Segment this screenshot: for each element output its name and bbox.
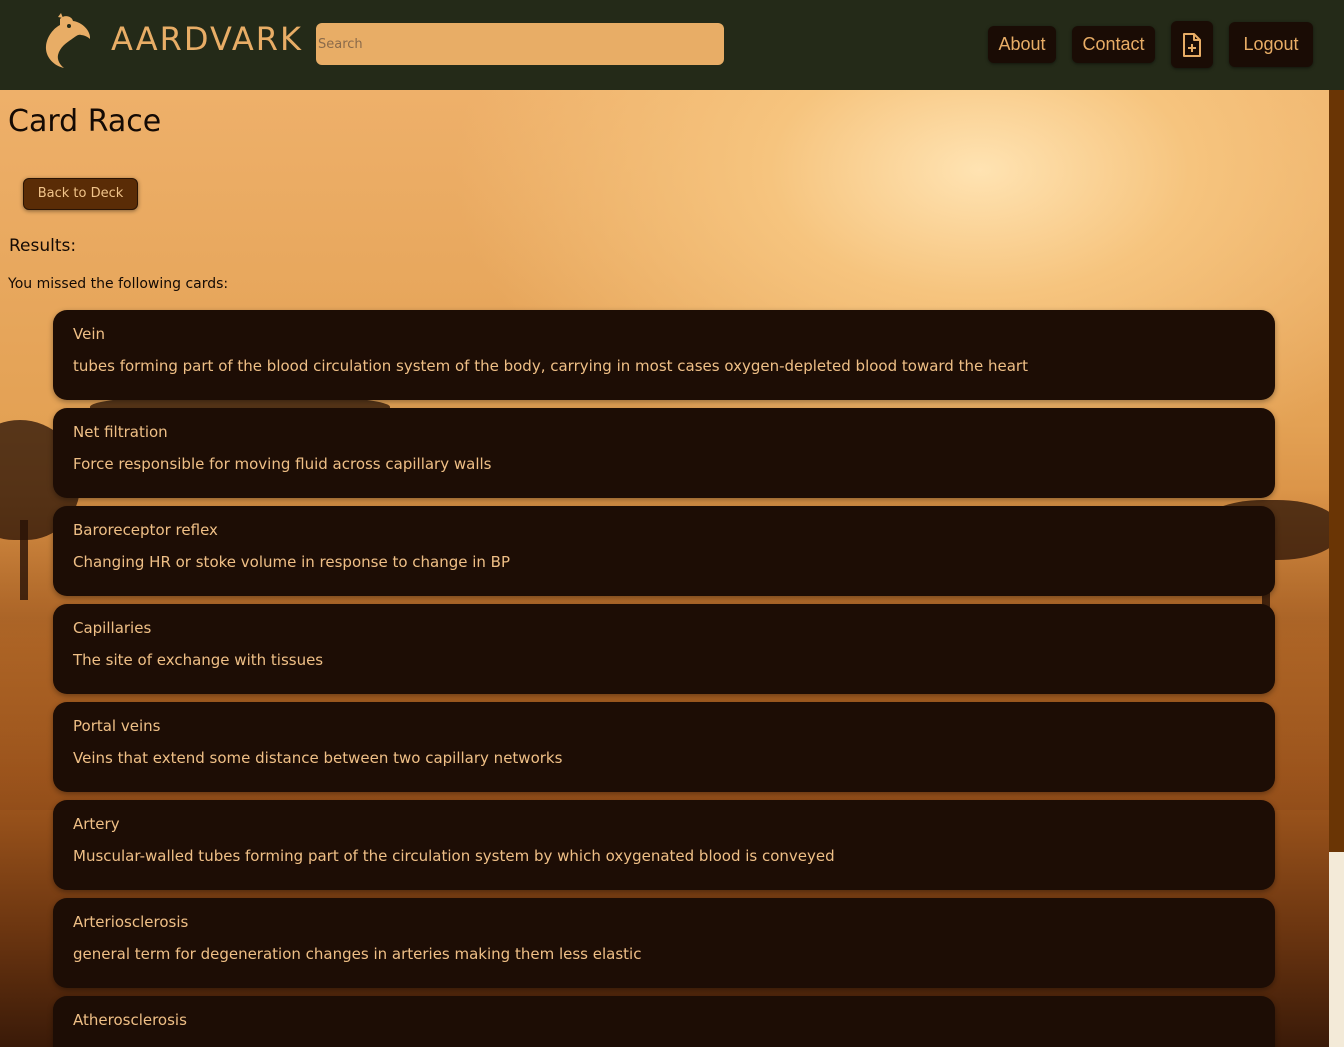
- card-definition: The site of exchange with tissues: [73, 651, 324, 669]
- contact-button[interactable]: Contact: [1072, 26, 1155, 63]
- about-button[interactable]: About: [988, 26, 1056, 63]
- card-arteriosclerosis: Arteriosclerosis general term for degene…: [53, 898, 1275, 988]
- card-definition: Veins that extend some distance between …: [73, 749, 563, 767]
- card-vein: Vein tubes forming part of the blood cir…: [53, 310, 1275, 400]
- card-term: Artery: [73, 815, 120, 833]
- card-term: Baroreceptor reflex: [73, 521, 218, 539]
- card-term: Net filtration: [73, 423, 168, 441]
- card-definition: Changing HR or stoke volume in response …: [73, 553, 511, 571]
- card-term: Portal veins: [73, 717, 161, 735]
- missed-cards-list: Vein tubes forming part of the blood cir…: [53, 310, 1275, 1047]
- search-input[interactable]: [316, 23, 724, 65]
- card-atherosclerosis: Atherosclerosis: [53, 996, 1275, 1047]
- card-definition: Muscular-walled tubes forming part of th…: [73, 847, 835, 865]
- card-definition: general term for degeneration changes in…: [73, 945, 642, 963]
- card-net-filtration: Net filtration Force responsible for mov…: [53, 408, 1275, 498]
- card-artery: Artery Muscular-walled tubes forming par…: [53, 800, 1275, 890]
- card-definition: tubes forming part of the blood circulat…: [73, 357, 1028, 375]
- new-deck-button[interactable]: [1171, 21, 1213, 68]
- back-to-deck-button[interactable]: Back to Deck: [23, 178, 138, 210]
- card-definition: [73, 1042, 1255, 1047]
- card-term: Capillaries: [73, 619, 152, 637]
- card-term: Arteriosclerosis: [73, 913, 189, 931]
- top-navbar: AARDVARK About Contact Logout: [0, 0, 1344, 90]
- results-label: Results:: [9, 236, 77, 256]
- logout-button[interactable]: Logout: [1229, 22, 1313, 67]
- aardvark-logo-icon[interactable]: [42, 13, 94, 71]
- card-term: Vein: [73, 325, 105, 343]
- card-term: Atherosclerosis: [73, 1011, 187, 1029]
- missed-cards-label: You missed the following cards:: [8, 276, 229, 292]
- card-portal-veins: Portal veins Veins that extend some dist…: [53, 702, 1275, 792]
- file-plus-icon: [1183, 33, 1201, 58]
- brand-name[interactable]: AARDVARK: [111, 20, 303, 58]
- card-definition: Force responsible for moving fluid acros…: [73, 455, 492, 473]
- scrollbar-thumb[interactable]: [1329, 852, 1344, 1047]
- card-baroreceptor-reflex: Baroreceptor reflex Changing HR or stoke…: [53, 506, 1275, 596]
- card-capillaries: Capillaries The site of exchange with ti…: [53, 604, 1275, 694]
- page-title: Card Race: [8, 104, 162, 139]
